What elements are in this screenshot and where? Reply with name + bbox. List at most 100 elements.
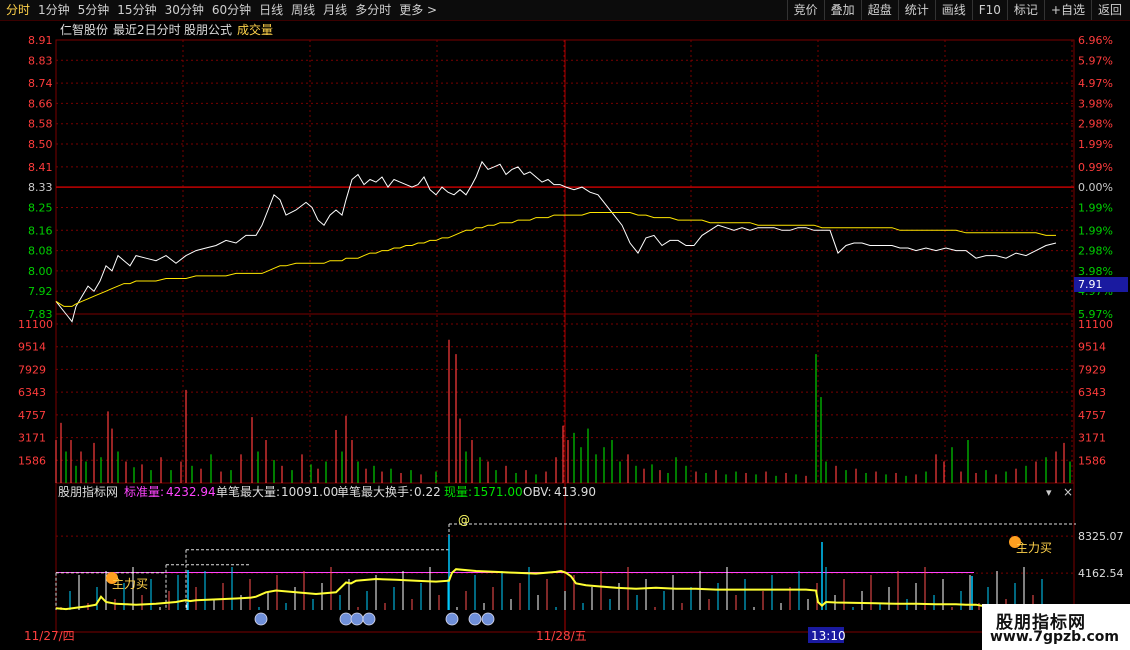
tool-button-5[interactable]: F10 <box>971 0 1007 20</box>
period-tab-2[interactable]: 5分钟 <box>74 0 114 20</box>
pct-tick: 1.99% <box>1078 201 1113 214</box>
tool-button-1[interactable]: 叠加 <box>823 0 861 20</box>
period-tab-10[interactable]: 更多 > <box>395 0 441 20</box>
tool-button-2[interactable]: 超盘 <box>860 0 898 20</box>
obv-label: OBV: <box>523 485 552 499</box>
current-vol-label: 现量: <box>444 485 472 499</box>
period-label: 最近2日分时 <box>113 23 181 37</box>
tool-button-8[interactable]: 返回 <box>1090 0 1128 20</box>
price-tick: 8.00 <box>28 265 53 278</box>
toolbar: 分时 1分钟 5分钟 15分钟 30分钟 60分钟 日线 周线 月线 多分时 更多 > 竞价 叠加 超盘… <box>0 0 1130 21</box>
chart-area: 8.91 6.96% 8.83 5.97% 8.74 4.97% 8.66 3.98% 8.58… <box>18 22 1128 643</box>
price-tick: 8.91 <box>28 34 53 47</box>
sad-face-icon <box>445 612 459 626</box>
period-tab-1[interactable]: 1分钟 <box>34 0 74 20</box>
price-tick: 8.74 <box>28 77 53 90</box>
pct-tick: 5.97% <box>1078 54 1113 67</box>
date-day2: 11/28/五 <box>536 629 587 643</box>
vol-tick-right: 1586 <box>1078 454 1106 467</box>
price-tick: 8.58 <box>28 118 53 131</box>
standard-value: 4232.94 <box>166 485 216 499</box>
price-tick: 7.92 <box>28 285 53 298</box>
vol-tick-left: 11100 <box>18 318 53 331</box>
grid <box>55 39 1075 633</box>
period-tab-9[interactable]: 多分时 <box>351 0 395 20</box>
tool-button-3[interactable]: 统计 <box>897 0 935 20</box>
pct-tick: 0.99% <box>1078 161 1113 174</box>
date-day1: 11/27/四 <box>24 629 75 643</box>
pct-tick: 3.98% <box>1078 97 1113 110</box>
vol-tick-right: 6343 <box>1078 386 1106 399</box>
vol-tick-right: 7929 <box>1078 363 1106 376</box>
vol-tick-left: 7929 <box>18 363 46 376</box>
vol-tick-right: 4757 <box>1078 409 1106 422</box>
sad-face-icon <box>339 612 353 626</box>
tool-button-0[interactable]: 竞价 <box>786 0 824 20</box>
zhuli-buy-label-2: 主力买 <box>1016 541 1052 555</box>
vol-tick-left: 6343 <box>18 386 46 399</box>
price-panel[interactable] <box>55 160 1057 323</box>
current-vol-value: 1571.00 <box>473 485 523 499</box>
volume-panel[interactable] <box>55 339 1071 483</box>
price-tick: 8.33 <box>28 181 53 194</box>
period-tab-3[interactable]: 15分钟 <box>113 0 160 20</box>
vol-tick-left: 9514 <box>18 341 46 354</box>
sad-face-icon <box>254 612 268 626</box>
period-tab-6[interactable]: 日线 <box>255 0 287 20</box>
period-tab-0[interactable]: 分时 <box>2 0 34 20</box>
ind-tick: 4162.54 <box>1078 567 1124 580</box>
price-line <box>55 160 1057 323</box>
max-turnover-value: 0.22 <box>414 485 441 499</box>
period-tab-4[interactable]: 30分钟 <box>161 0 208 20</box>
pct-tick: 4.97% <box>1078 77 1113 90</box>
sad-face-icon <box>481 612 495 626</box>
sad-face-icon <box>350 612 364 626</box>
stock-name: 仁智股份 <box>60 22 108 37</box>
pct-tick: 1.99% <box>1078 224 1113 237</box>
price-tick: 8.08 <box>28 245 53 258</box>
pct-tick: 1.99% <box>1078 138 1113 151</box>
indicator-panel[interactable] <box>55 523 1076 626</box>
vol-tick-left: 1586 <box>18 454 46 467</box>
sad-face-icon <box>362 612 376 626</box>
zhuli-buy-label-1: 主力买 <box>112 577 148 591</box>
pct-tick: 3.98% <box>1078 265 1113 278</box>
vol-tick-right: 9514 <box>1078 341 1106 354</box>
peak-marker: @ <box>458 513 470 527</box>
period-tab-8[interactable]: 月线 <box>319 0 351 20</box>
tool-buttons: 竞价 叠加 超盘 统计 画线 F10 标记 +自选 返回 <box>786 0 1128 20</box>
max-turnover-label: 单笔最大换手: <box>337 484 413 499</box>
price-tick: 8.50 <box>28 138 53 151</box>
panel-menu-icon[interactable]: ▾ <box>1046 486 1052 499</box>
sad-face-icon <box>468 612 482 626</box>
tool-button-6[interactable]: 标记 <box>1006 0 1044 20</box>
indicator-name: 股朋指标网 <box>58 484 118 499</box>
max-single-value: 10091.00 <box>281 485 338 499</box>
price-tick: 8.83 <box>28 54 53 67</box>
obv-value: 413.90 <box>554 485 596 499</box>
logo-url: www.7gpzb.com <box>990 629 1120 645</box>
vol-tick-left: 3171 <box>18 432 46 445</box>
pct-tick: 6.96% <box>1078 34 1113 47</box>
period-tab-5[interactable]: 60分钟 <box>208 0 255 20</box>
watermark-logo: 股朋指标网 www.7gpzb.com <box>982 604 1130 650</box>
time-cursor: 13:10 <box>811 629 846 643</box>
pct-tick: 2.98% <box>1078 245 1113 258</box>
volume-label: 成交量 <box>237 22 273 37</box>
standard-label: 标准量: <box>124 485 164 499</box>
vol-tick-right: 11100 <box>1078 318 1113 331</box>
cursor-price: 7.91 <box>1078 278 1103 291</box>
max-single-label: 单笔最大量: <box>216 484 280 499</box>
vol-tick-right: 3171 <box>1078 432 1106 445</box>
ind-tick: 8325.07 <box>1078 530 1124 543</box>
panel-close-icon[interactable]: × <box>1063 485 1073 499</box>
avg-price-line <box>55 212 1056 307</box>
tool-button-7[interactable]: +自选 <box>1043 0 1091 20</box>
formula-label: 股朋公式 <box>184 23 232 37</box>
pct-tick: 0.00% <box>1078 181 1113 194</box>
tool-button-4[interactable]: 画线 <box>934 0 972 20</box>
pct-tick: 2.98% <box>1078 118 1113 131</box>
price-tick: 8.41 <box>28 161 53 174</box>
period-tab-7[interactable]: 周线 <box>287 0 319 20</box>
price-tick: 8.16 <box>28 224 53 237</box>
